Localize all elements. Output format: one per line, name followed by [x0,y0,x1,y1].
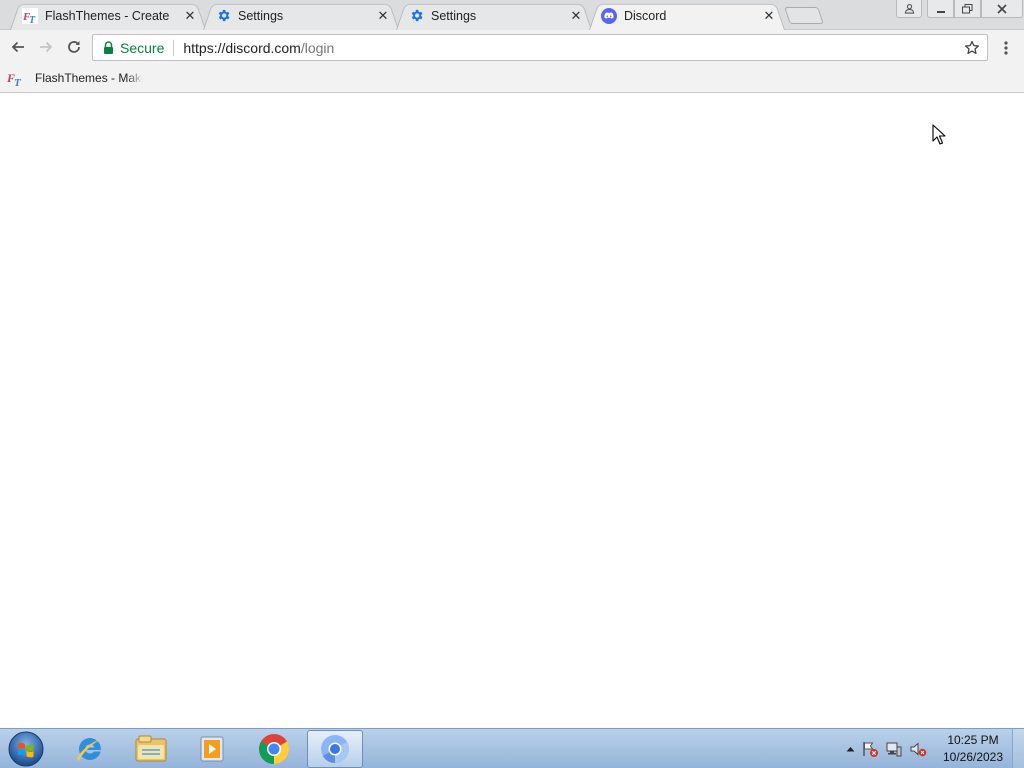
svg-text:T: T [29,15,36,24]
tab-title: Discord [624,8,667,23]
url-path[interactable]: /login [301,40,334,56]
reload-icon[interactable] [62,35,86,59]
gear-icon [215,8,231,24]
new-tab-button[interactable] [784,7,824,24]
discord-icon [601,7,617,24]
media-player-icon[interactable] [184,730,240,768]
show-hidden-icons-icon[interactable] [842,746,858,752]
system-clock[interactable]: 10:25 PM 10/26/2023 [938,732,1008,766]
lock-icon[interactable] [101,41,115,55]
volume-muted-icon[interactable] [906,740,930,758]
tab-settings-1[interactable]: Settings ✕ [203,1,399,30]
bookmark-flashthemes[interactable]: FT FlashThemes - Make [6,69,143,87]
action-center-flag-icon[interactable] [858,740,882,758]
bookmark-label: FlashThemes - Make [35,71,143,85]
profile-icon[interactable] [896,0,922,18]
browser-toolbar: Secure https://discord.com/login [0,30,1024,64]
chromium-icon[interactable] [307,730,363,768]
show-desktop-button[interactable] [1012,729,1024,768]
close-icon[interactable] [981,0,1023,18]
bookmark-star-icon[interactable] [963,39,981,57]
system-tray [842,729,930,768]
tab-close-icon[interactable]: ✕ [182,8,198,24]
clock-date: 10/26/2023 [942,750,1004,764]
tab-settings-2[interactable]: Settings ✕ [396,1,592,30]
svg-text:T: T [14,77,22,87]
file-explorer-icon[interactable] [123,730,179,768]
internet-explorer-icon[interactable] [62,730,118,768]
tab-title: Settings [238,8,284,23]
secure-label[interactable]: Secure [120,40,164,56]
tab-title: FlashThemes - Create [45,8,170,23]
restore-icon[interactable] [954,0,981,18]
bookmarks-bar: FT FlashThemes - Make [0,64,1024,93]
tab-close-icon[interactable]: ✕ [761,8,777,24]
page-viewport[interactable] [0,93,1024,728]
back-icon[interactable] [6,35,30,59]
menu-kebab-icon[interactable] [997,38,1015,58]
url-host[interactable]: https://discord.com [183,40,301,56]
tab-flashthemes[interactable]: FT FlashThemes - Create ✕ [10,1,206,30]
flashthemes-icon: FT [6,69,24,87]
tab-close-icon[interactable]: ✕ [375,8,391,24]
omnibox-separator [173,39,175,56]
tab-close-icon[interactable]: ✕ [568,8,584,24]
clock-time: 10:25 PM [947,733,999,747]
mouse-cursor-icon [932,124,946,148]
tab-discord[interactable]: Discord ✕ [589,1,785,30]
network-icon[interactable] [882,740,906,758]
tab-title: Settings [431,8,477,23]
taskbar: 10:25 PM 10/26/2023 [0,728,1024,768]
flashthemes-icon: FT [22,7,38,24]
minimize-icon[interactable] [927,0,954,18]
address-bar[interactable]: Secure https://discord.com/login [92,34,988,61]
gear-icon [408,8,424,24]
browser-titlebar: FT FlashThemes - Create ✕ Settings ✕ Set… [0,0,1024,30]
start-button-icon[interactable] [6,730,46,768]
chrome-icon[interactable] [246,730,302,768]
forward-icon[interactable] [34,35,58,59]
